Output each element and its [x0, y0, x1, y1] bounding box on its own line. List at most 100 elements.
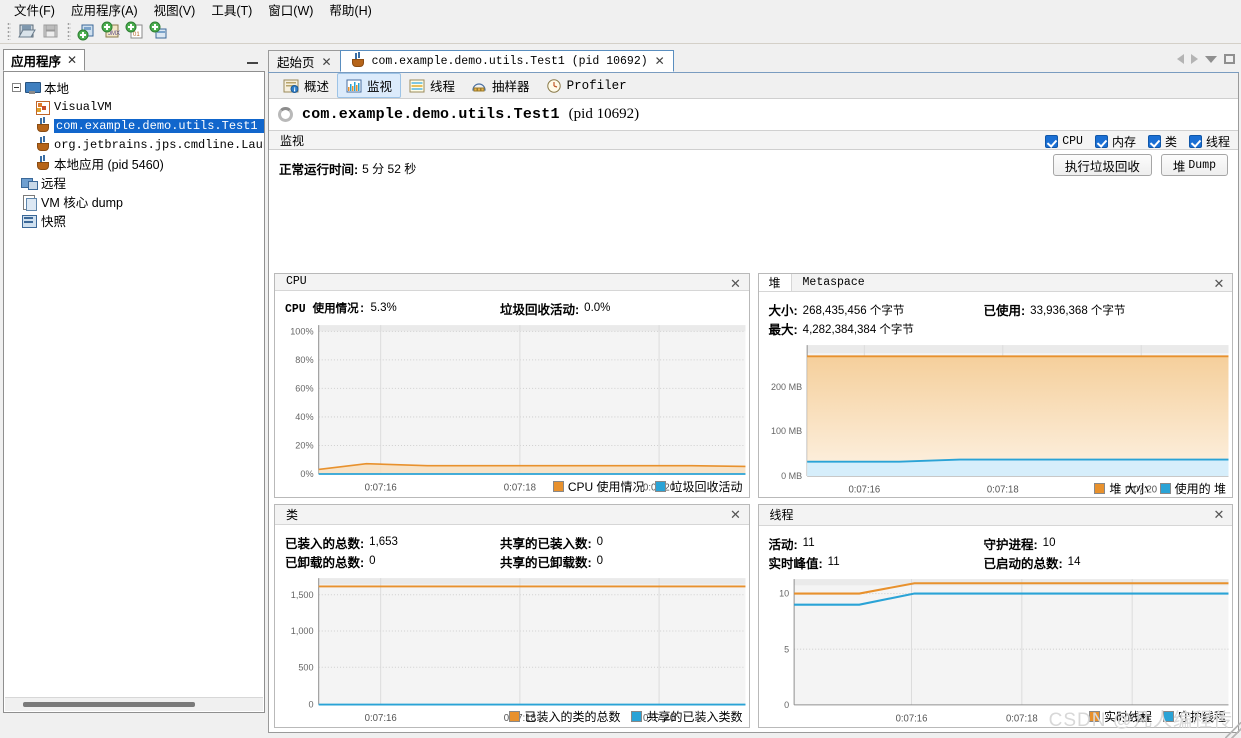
- tree-node-vm-coredump[interactable]: VM 核心 dump: [8, 192, 264, 211]
- open-file-icon[interactable]: [16, 20, 38, 42]
- close-icon[interactable]: ✕: [729, 277, 743, 291]
- threads-peak-stat: 实时峰值: 11: [769, 554, 984, 571]
- legend-swatch: [655, 480, 667, 492]
- tree-node-launcher[interactable]: org.jetbrains.jps.cmdline.Launcher: [8, 135, 264, 154]
- scrollbar-thumb[interactable]: [23, 702, 195, 707]
- scroll-right-icon[interactable]: [1191, 54, 1198, 64]
- cpu-stats: CPU 使用情况: 5.3% 垃圾回收活动: 0.0%: [275, 291, 749, 321]
- application-name: com.example.demo.utils.Test1: [302, 106, 560, 123]
- legend-swatch: [1159, 483, 1171, 495]
- minimize-icon[interactable]: [247, 56, 259, 66]
- tree-node-local[interactable]: 本地: [8, 78, 264, 97]
- monitor-section-title: 监视: [280, 133, 305, 148]
- cpu-panel-title: CPU: [286, 275, 307, 289]
- tree-node-visualvm[interactable]: VisualVM: [8, 97, 264, 116]
- heap-tab-label: 堆: [768, 276, 781, 290]
- checkbox-icon[interactable]: [1094, 135, 1108, 148]
- add-jmx-connection-icon[interactable]: [76, 20, 98, 42]
- close-icon[interactable]: ✕: [1212, 507, 1226, 522]
- heap-chart[interactable]: 200 MB 100 MB 0 MB 0:07:16 0:07:18 0:07:…: [759, 341, 1233, 497]
- close-icon[interactable]: ✕: [67, 53, 77, 67]
- tree-node-snapshots[interactable]: 快照: [8, 211, 264, 230]
- tab-threads[interactable]: 线程: [401, 74, 463, 97]
- add-jmx-icon[interactable]: JMX: [100, 20, 122, 42]
- legend-item: 已装入的类的总数: [509, 708, 620, 725]
- applications-tree-pane[interactable]: 本地 VisualVM com.example.demo.utils.Test1…: [3, 72, 265, 713]
- close-icon[interactable]: ✕: [655, 54, 665, 68]
- svg-text:100 MB: 100 MB: [771, 426, 802, 436]
- toolbar: JMX 01: [0, 18, 1241, 44]
- threads-legend: 实时线程 守护线程: [1088, 708, 1226, 725]
- checkbox-memory[interactable]: 内存: [1094, 133, 1136, 150]
- cpu-chart[interactable]: 100% 80% 60% 40% 20% 0% 0:07:16 0:07:18 …: [275, 321, 749, 497]
- legend-label: 共享的已装入类数: [646, 710, 743, 724]
- checkbox-classes[interactable]: 类: [1147, 133, 1177, 150]
- add-remote-host-icon[interactable]: 01: [124, 20, 146, 42]
- resize-grip[interactable]: [1225, 722, 1241, 738]
- tab-sampler[interactable]: 抽样器: [463, 74, 538, 97]
- threads-started-value: 14: [1067, 556, 1081, 568]
- java-icon: [34, 136, 50, 153]
- tab-applications[interactable]: 应用程序 ✕: [3, 49, 86, 71]
- menu-file[interactable]: 文件(F): [6, 0, 63, 20]
- checkbox-icon[interactable]: [1045, 135, 1059, 148]
- legend-item: 共享的已装入类数: [631, 708, 743, 725]
- classes-chart[interactable]: 1,500 1,000 500 0 0:07:16 0:07:18 0:07:2…: [275, 574, 749, 727]
- legend-label: 垃圾回收活动: [670, 479, 743, 494]
- action-buttons: 执行垃圾回收 堆 Dump: [1052, 154, 1228, 176]
- close-icon[interactable]: ✕: [729, 507, 743, 522]
- heap-dump-button[interactable]: 堆 Dump: [1160, 154, 1228, 176]
- close-icon[interactable]: ✕: [322, 55, 332, 69]
- checkbox-icon[interactable]: [1188, 135, 1202, 148]
- heap-tab[interactable]: 堆: [758, 274, 792, 291]
- menu-tools[interactable]: 工具(T): [203, 0, 260, 20]
- checkbox-cpu[interactable]: CPU: [1045, 135, 1083, 148]
- menu-applications[interactable]: 应用程序(A): [63, 0, 146, 20]
- monitor-icon: [346, 79, 362, 92]
- close-icon[interactable]: ✕: [1212, 277, 1226, 291]
- legend-swatch: [552, 480, 564, 492]
- uptime-label: 正常运行时间:: [279, 163, 359, 177]
- checkbox-memory-label: 内存: [1111, 135, 1136, 149]
- legend-swatch: [1094, 483, 1106, 495]
- threads-panel-title: 线程: [769, 508, 794, 522]
- tab-profiler[interactable]: Profiler: [538, 76, 635, 96]
- tab-navigation: [1177, 54, 1235, 64]
- tab-monitor[interactable]: 监视: [337, 73, 402, 98]
- scroll-left-icon[interactable]: [1177, 54, 1184, 64]
- maximize-icon[interactable]: [1224, 54, 1235, 64]
- snapshot-icon: [21, 213, 37, 229]
- shared-unloaded-stat: 共享的已卸载数: 0: [500, 553, 749, 570]
- gc-activity-stat: 垃圾回收活动: 0.0%: [500, 300, 749, 317]
- expander-icon[interactable]: [12, 83, 21, 92]
- tree-node-local-app[interactable]: 本地应用 (pid 5460): [8, 154, 264, 173]
- threads-panel-header: 线程 ✕: [758, 504, 1232, 526]
- tab-test1[interactable]: com.example.demo.utils.Test1 (pid 10692)…: [339, 50, 674, 72]
- tree-node-test1[interactable]: com.example.demo.utils.Test1 (pid: [8, 116, 264, 135]
- save-icon[interactable]: [40, 20, 62, 42]
- chevron-down-icon[interactable]: [1205, 55, 1217, 63]
- computer-icon: [24, 80, 41, 96]
- graphs-grid: CPU ✕ CPU 使用情况: 5.3% 垃圾回收活动: 0.0% 100% 8…: [274, 273, 1233, 728]
- legend-item: 实时线程: [1088, 708, 1152, 725]
- heap-stats: 大小: 268,435,456 个字节 已使用: 33,936,368 个字节 …: [759, 292, 1233, 341]
- checkbox-icon[interactable]: [1147, 135, 1161, 148]
- tab-overview[interactable]: 概述: [275, 74, 337, 97]
- menu-help[interactable]: 帮助(H): [321, 0, 379, 20]
- menu-window[interactable]: 窗口(W): [260, 0, 321, 20]
- svg-text:60%: 60%: [295, 383, 313, 393]
- tab-start-page[interactable]: 起始页 ✕: [268, 50, 341, 72]
- perform-gc-button[interactable]: 执行垃圾回收: [1052, 154, 1152, 176]
- horizontal-scrollbar[interactable]: [5, 697, 263, 711]
- legend-label: 实时线程: [1103, 710, 1152, 724]
- metaspace-tab[interactable]: Metaspace: [792, 274, 876, 291]
- perform-gc-label: 执行垃圾回收: [1064, 159, 1140, 174]
- threads-chart[interactable]: 10 5 0 0:07:16 0:07:18 0:07:20 实时线程 守护线程: [759, 575, 1233, 728]
- menu-view[interactable]: 视图(V): [146, 0, 204, 20]
- legend-label: 使用的 堆: [1174, 482, 1226, 497]
- svg-text:0 MB: 0 MB: [781, 471, 802, 481]
- checkbox-threads[interactable]: 线程: [1188, 133, 1230, 150]
- tree-node-label: 本地应用 (pid 5460): [54, 158, 164, 172]
- tree-node-remote[interactable]: 远程: [8, 173, 264, 192]
- add-application-icon[interactable]: [148, 20, 170, 42]
